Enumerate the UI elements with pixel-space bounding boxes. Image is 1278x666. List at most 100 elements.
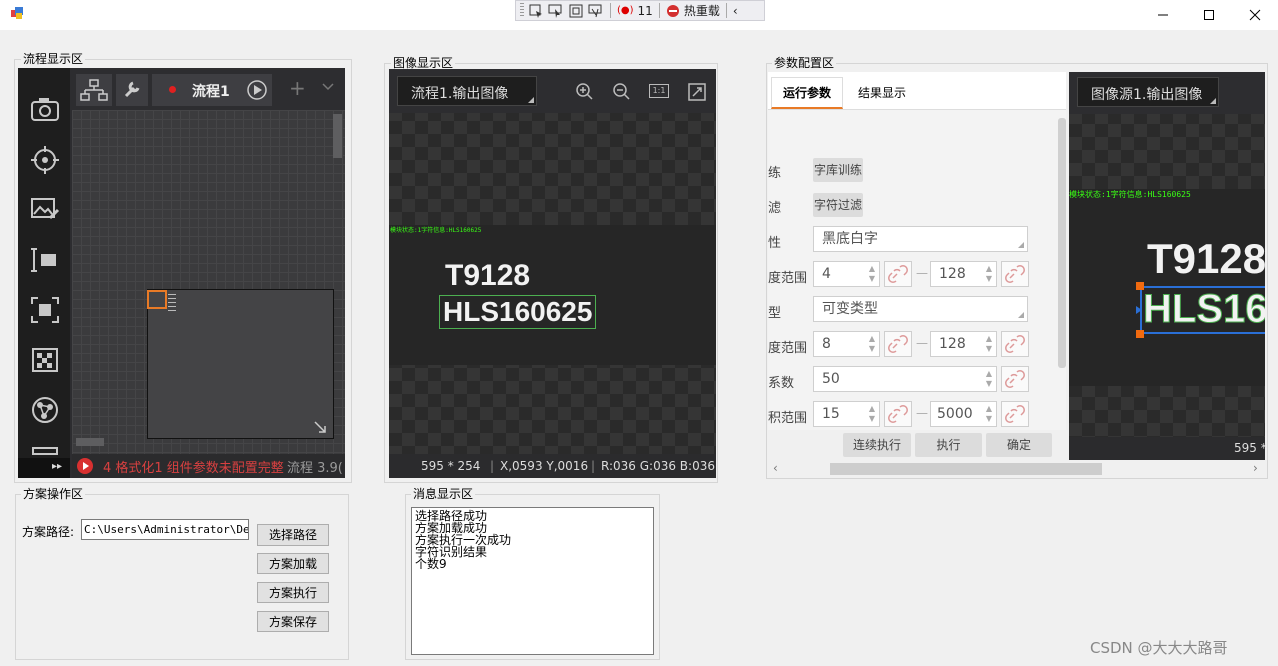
font-training-button[interactable]: 字库训练 [813, 158, 863, 182]
param-horizontal-scrollbar[interactable]: ‹ › [768, 460, 1265, 477]
zoom-in-icon[interactable] [575, 82, 593, 100]
link-icon[interactable] [1001, 261, 1029, 287]
minimap[interactable] [147, 289, 334, 439]
status-message: 4 格式化1 组件参数未配置完整 [103, 461, 284, 476]
resize-icon[interactable] [314, 421, 326, 433]
grip-icon[interactable] [520, 3, 524, 18]
select-element-icon[interactable] [528, 3, 544, 19]
image-text-line2: HLS160625 [439, 295, 597, 329]
image-panel-title: 图像显示区 [391, 56, 456, 70]
maximize-button[interactable] [1186, 0, 1232, 30]
row-label: 系数 [768, 376, 795, 391]
polarity-select[interactable]: 黑底白字 [813, 226, 1028, 252]
stepper-arrows-icon[interactable]: ▲ ▼ [986, 334, 992, 354]
log-line: 字符识别结果 [415, 545, 488, 559]
chevron-down-icon[interactable] [321, 80, 335, 94]
row-label: 性 [768, 236, 782, 251]
close-button[interactable] [1232, 0, 1278, 30]
sidebar-expand[interactable]: ▸▸ [18, 458, 70, 478]
minimize-button[interactable] [1140, 0, 1186, 30]
stepper-arrows-icon[interactable]: ▲ ▼ [986, 404, 992, 424]
scroll-right-icon[interactable]: › [1253, 461, 1258, 475]
roi-handle[interactable] [1136, 282, 1144, 290]
pointer-icon[interactable] [548, 3, 564, 19]
vertical-scrollbar[interactable] [333, 114, 342, 158]
width-max-value: 128 [939, 266, 966, 282]
char-filter-button[interactable]: 字符过滤 [813, 193, 863, 217]
run-scheme-button[interactable]: 方案执行 [257, 582, 329, 603]
fit-screen-icon[interactable] [688, 83, 706, 101]
tab-run-params[interactable]: 运行参数 [771, 77, 843, 109]
minimap-viewport[interactable] [147, 290, 167, 309]
height-max-stepper[interactable]: 128 ▲ ▼ [930, 331, 997, 357]
image-source-select[interactable]: 流程1.输出图像 [397, 76, 537, 106]
select-path-button[interactable]: 选择路径 [257, 524, 329, 546]
scroll-thumb[interactable] [830, 463, 1102, 475]
area-min-stepper[interactable]: 15 ▲ ▼ [813, 401, 880, 427]
confirm-button[interactable]: 确定 [986, 433, 1052, 457]
more-tools-icon[interactable] [30, 446, 60, 456]
scroll-left-icon[interactable]: ‹ [773, 461, 778, 475]
link-icon[interactable] [1001, 331, 1029, 357]
zoom-out-icon[interactable] [612, 82, 630, 100]
record-icon[interactable]: (●) [617, 5, 634, 16]
collapse-icon[interactable]: ‹ [733, 4, 738, 18]
watermark: CSDN @大大大路哥 [1090, 639, 1228, 657]
stepper-arrows-icon[interactable]: ▲ ▼ [986, 369, 992, 389]
area-max-stepper[interactable]: 5000 ▲ ▼ [930, 401, 997, 427]
status-play-icon[interactable] [76, 457, 94, 475]
measure-icon[interactable] [30, 246, 60, 274]
param-tabbar: 运行参数 结果显示 [768, 72, 1066, 110]
wrench-icon[interactable] [116, 74, 148, 106]
image-edit-icon[interactable] [30, 196, 60, 222]
row-label: 度范围 [768, 271, 808, 286]
add-tab-icon[interactable]: + [289, 76, 306, 100]
height-min-stepper[interactable]: 8 ▲ ▼ [813, 331, 880, 357]
horizontal-scrollbar[interactable] [76, 438, 104, 446]
stepper-arrows-icon[interactable]: ▲ ▼ [986, 264, 992, 284]
width-type-select[interactable]: 可变类型 [813, 296, 1028, 322]
message-log[interactable]: 选择路径成功 方案加载成功 方案执行一次成功 字符识别结果 个数9 [411, 507, 654, 655]
link-icon[interactable] [1001, 366, 1029, 392]
width-type-value: 可变类型 [822, 301, 878, 317]
continuous-run-button[interactable]: 连续执行 [843, 433, 911, 457]
width-min-stepper[interactable]: 4 ▲ ▼ [813, 261, 880, 287]
link-icon[interactable] [884, 401, 912, 427]
inspect-icon[interactable] [588, 3, 604, 19]
crop-icon[interactable] [30, 296, 60, 324]
hot-reload-button[interactable]: 热重载 [684, 2, 720, 19]
stepper-arrows-icon[interactable]: ▲ ▼ [869, 404, 875, 424]
debug-toolbar: (●) 11 热重载 ‹ [515, 0, 765, 21]
tab-flow1[interactable]: 流程1 [152, 74, 272, 106]
row-label: 练 [768, 166, 782, 181]
coefficient-stepper[interactable]: 50 ▲ ▼ [813, 366, 997, 392]
calibration-icon[interactable] [30, 346, 60, 374]
tab-result-display[interactable]: 结果显示 [858, 77, 918, 109]
link-icon[interactable] [884, 261, 912, 287]
save-scheme-button[interactable]: 方案保存 [257, 611, 329, 632]
play-icon[interactable] [246, 79, 268, 101]
hierarchy-icon[interactable] [76, 74, 112, 106]
stop-icon[interactable] [666, 4, 680, 18]
range-dash: — [916, 336, 928, 350]
width-max-stepper[interactable]: 128 ▲ ▼ [930, 261, 997, 287]
message-panel-title: 消息显示区 [411, 487, 476, 501]
path-input[interactable]: C:\Users\Administrator\Desk [81, 519, 249, 540]
preview-source-value: 图像源1.输出图像 [1091, 87, 1203, 103]
link-icon[interactable] [1001, 401, 1029, 427]
path-label: 方案路径: [22, 525, 75, 539]
stepper-arrows-icon[interactable]: ▲ ▼ [869, 264, 875, 284]
range-dash: — [916, 266, 928, 280]
target-icon[interactable] [30, 146, 60, 174]
stepper-arrows-icon[interactable]: ▲ ▼ [869, 334, 875, 354]
execute-button[interactable]: 执行 [915, 433, 982, 457]
roi-handle[interactable] [1136, 330, 1144, 338]
link-icon[interactable] [884, 331, 912, 357]
frame-icon[interactable] [568, 3, 584, 19]
preview-source-select[interactable]: 图像源1.输出图像 [1077, 77, 1219, 107]
camera-icon[interactable] [30, 96, 60, 122]
load-scheme-button[interactable]: 方案加载 [257, 553, 329, 574]
network-icon[interactable] [30, 396, 60, 424]
actual-size-button[interactable]: 1:1 [649, 84, 669, 98]
param-vertical-scrollbar[interactable] [1058, 118, 1066, 368]
